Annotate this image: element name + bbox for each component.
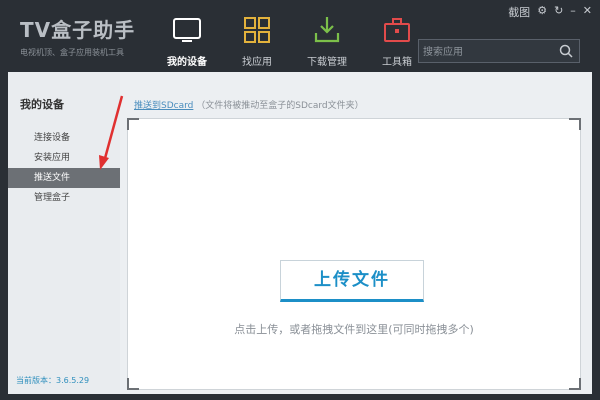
nav-label: 我的设备: [167, 57, 207, 68]
close-icon[interactable]: ✕: [583, 4, 592, 20]
minimize-icon[interactable]: –: [570, 4, 576, 20]
nav-label: 找应用: [242, 57, 272, 68]
drop-zone-corner: [127, 378, 139, 390]
app-logo: TV盒子助手 电视机顶、盒子应用装机工具: [20, 14, 135, 58]
nav-download-manager[interactable]: 下载管理: [292, 0, 362, 72]
drop-zone-corner: [127, 118, 139, 130]
tv-icon: [173, 18, 201, 42]
search-icon[interactable]: [559, 44, 573, 58]
sidebar: 我的设备 连接设备 安装应用 推送文件 管理盒子 当前版本：3.6.5.29: [8, 72, 121, 394]
refresh-icon[interactable]: ↻: [554, 4, 563, 20]
push-sdcard-link[interactable]: 推送到SDcard: [134, 101, 193, 111]
download-icon: [314, 17, 340, 43]
app-window: TV盒子助手 电视机顶、盒子应用装机工具 我的设备 找应用 下载管理 工具箱 截…: [0, 0, 600, 400]
app-title: TV盒子助手: [20, 18, 136, 42]
search-box: [418, 39, 580, 64]
upload-file-button[interactable]: 上传文件: [280, 260, 424, 302]
version-label: 当前版本：3.6.5.29: [16, 376, 90, 385]
toolbox-icon: [384, 18, 410, 42]
sidebar-item-install-apps[interactable]: 安装应用: [8, 148, 120, 168]
sidebar-item-push-files[interactable]: 推送文件: [8, 168, 120, 188]
search-input[interactable]: [419, 40, 555, 64]
nav-my-devices[interactable]: 我的设备: [152, 0, 222, 72]
nav-find-apps[interactable]: 找应用: [222, 0, 292, 72]
apps-grid-icon: [244, 17, 270, 43]
sidebar-items: 连接设备 安装应用 推送文件 管理盒子: [8, 128, 120, 208]
sidebar-item-connect-device[interactable]: 连接设备: [8, 128, 120, 148]
screenshot-button[interactable]: 截图: [508, 4, 530, 20]
window-controls: 截图 ⚙ ↻ – ✕: [508, 4, 592, 20]
drop-hint-text: 点击上传，或者拖拽文件到这里(可同时拖拽多个): [234, 323, 474, 336]
sidebar-heading: 我的设备: [20, 98, 64, 111]
push-sdcard-hint: （文件将被推动至盒子的SDcard文件夹）: [196, 101, 364, 111]
header-bar: TV盒子助手 电视机顶、盒子应用装机工具 我的设备 找应用 下载管理 工具箱 截…: [0, 0, 600, 72]
app-subtitle: 电视机顶、盒子应用装机工具: [20, 48, 124, 57]
breadcrumb: 推送到SDcard （文件将被推动至盒子的SDcard文件夹）: [134, 98, 364, 111]
nav-label: 下载管理: [307, 57, 347, 68]
file-drop-zone[interactable]: 上传文件 点击上传，或者拖拽文件到这里(可同时拖拽多个): [127, 118, 581, 390]
drop-zone-corner: [569, 378, 581, 390]
window-bottom-border: [0, 394, 600, 400]
drop-zone-corner: [569, 118, 581, 130]
top-nav: 我的设备 找应用 下载管理 工具箱: [152, 0, 432, 72]
window-left-border: [0, 72, 8, 400]
gear-icon[interactable]: ⚙: [537, 4, 547, 20]
main-panel: 推送到SDcard （文件将被推动至盒子的SDcard文件夹） 上传文件 点击上…: [120, 72, 592, 394]
sidebar-item-manage-box[interactable]: 管理盒子: [8, 188, 120, 208]
